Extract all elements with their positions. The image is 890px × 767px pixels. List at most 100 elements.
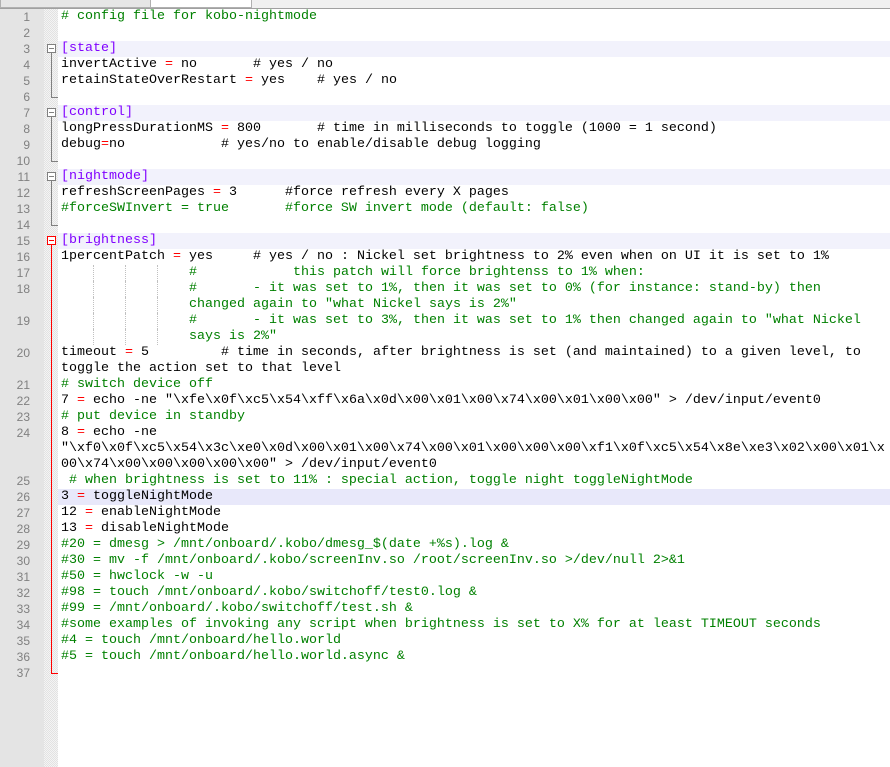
wrapped-text: says is 2%" — [189, 329, 277, 344]
line-number: 34 — [16, 618, 30, 632]
line-number: 18 — [16, 282, 30, 296]
assignment-operator: = — [77, 393, 85, 408]
fold-collapse-icon[interactable] — [47, 172, 56, 181]
code-line: 8 longPressDurationMS = 800 # time in mil… — [0, 121, 890, 137]
config-value: echo -ne — [85, 425, 157, 440]
fold-collapse-icon[interactable] — [47, 108, 56, 117]
config-key: 1percentPatch — [61, 249, 173, 264]
fold-line — [51, 329, 52, 345]
code-line: 37 — [0, 665, 890, 681]
config-key: 7 — [61, 393, 77, 408]
line-background — [58, 169, 890, 185]
code-line: 21 # switch device off — [0, 377, 890, 393]
line-text: retainStateOverRestart = yes # yes / no — [61, 73, 397, 89]
line-text: says is 2%" — [189, 329, 277, 345]
line-text: [state] — [61, 41, 117, 57]
config-value: 800 # time in milliseconds to toggle (10… — [228, 121, 717, 136]
config-key: 3 — [61, 489, 77, 504]
file-tab[interactable] — [0, 0, 152, 8]
line-number: 12 — [16, 186, 30, 200]
line-number: 37 — [16, 666, 30, 680]
section-header: [nightmode] — [61, 169, 149, 184]
code-line: 28 13 = disableNightMode — [0, 521, 890, 537]
fold-line — [51, 633, 52, 649]
line-number: 17 — [16, 266, 30, 280]
line-text: #20 = dmesg > /mnt/onboard/.kobo/dmesg_$… — [61, 537, 509, 553]
line-number: 2 — [23, 26, 30, 40]
code-line: 6 — [0, 89, 890, 105]
fold-line — [51, 313, 52, 329]
assignment-operator: = — [125, 345, 133, 360]
line-background — [58, 665, 890, 681]
comment-text: #4 = touch /mnt/onboard/hello.world — [61, 633, 341, 648]
code-line: 13 #forceSWInvert = true #force SW invert… — [0, 201, 890, 217]
fold-line — [51, 489, 52, 505]
code-line: 30 #30 = mv -f /mnt/onboard/.kobo/screenI… — [0, 553, 890, 569]
fold-line — [51, 425, 52, 441]
assignment-operator: = — [85, 505, 93, 520]
line-text: # config file for kobo-nightmode — [61, 9, 317, 25]
indent-guide — [125, 329, 126, 345]
line-background — [58, 89, 890, 105]
line-number: 23 — [16, 410, 30, 424]
config-key: debug — [61, 137, 101, 152]
fold-line — [51, 297, 52, 313]
config-key: retainStateOverRestart — [61, 73, 245, 88]
line-number: 26 — [16, 490, 30, 504]
comment-text: #99 = /mnt/onboard/.kobo/switchoff/test.… — [61, 601, 413, 616]
indent-guide — [125, 297, 126, 313]
line-background — [58, 105, 890, 121]
line-number: 25 — [16, 474, 30, 488]
line-text: timeout = 5 # time in seconds, after bri… — [61, 345, 861, 361]
line-number: 4 — [23, 58, 30, 72]
code-line-wrap: toggle the action set to that level — [0, 361, 890, 377]
assignment-operator: = — [101, 137, 109, 152]
line-number: 15 — [16, 234, 30, 248]
fold-line — [51, 185, 52, 201]
file-tab-active[interactable] — [150, 0, 252, 8]
code-line: 22 7 = echo -ne "\xfe\x0f\xc5\x54\xff\x6a… — [0, 393, 890, 409]
line-text: #30 = mv -f /mnt/onboard/.kobo/screenInv… — [61, 553, 685, 569]
fold-line — [51, 521, 52, 537]
indent-guide — [93, 297, 94, 313]
fold-line — [51, 265, 52, 281]
line-number: 27 — [16, 506, 30, 520]
code-line: 5 retainStateOverRestart = yes # yes / no — [0, 73, 890, 89]
fold-collapse-icon[interactable] — [47, 44, 56, 53]
config-value: echo -ne "\xfe\x0f\xc5\x54\xff\x6a\x0d\x… — [85, 393, 821, 408]
line-number: 9 — [23, 138, 30, 152]
code-line-wrap: changed again to "what Nickel says is 2%… — [0, 297, 890, 313]
code-line: 36 #5 = touch /mnt/onboard/hello.world.as… — [0, 649, 890, 665]
indent-guide — [157, 329, 158, 345]
line-text: #50 = hwclock -w -u — [61, 569, 213, 585]
editor-text-area[interactable]: 1 # config file for kobo-nightmode 2 3 [stat… — [0, 9, 890, 681]
fold-line — [51, 377, 52, 393]
line-text: [nightmode] — [61, 169, 149, 185]
indent-guide — [125, 281, 126, 297]
code-line: 32 #98 = touch /mnt/onboard/.kobo/switcho… — [0, 585, 890, 601]
indent-guide — [125, 265, 126, 281]
fold-end-marker — [51, 217, 58, 226]
fold-line — [51, 345, 52, 361]
config-value: toggleNightMode — [85, 489, 213, 504]
comment-text: #some examples of invoking any script wh… — [61, 617, 821, 632]
line-text: toggle the action set to that level — [61, 361, 341, 377]
config-value: no # yes/no to enable/disable debug logg… — [109, 137, 541, 152]
fold-line — [51, 505, 52, 521]
line-text: # when brightness is set to 11% : specia… — [61, 473, 693, 489]
line-text: # - it was set to 3%, then it was set to… — [189, 313, 861, 329]
comment-text: # switch device off — [61, 377, 213, 392]
fold-collapse-icon[interactable] — [47, 236, 56, 245]
fold-line — [51, 569, 52, 585]
code-line: 3 [state] — [0, 41, 890, 57]
config-key: longPressDurationMS — [61, 121, 221, 136]
assignment-operator: = — [212, 185, 221, 200]
line-number: 36 — [16, 650, 30, 664]
fold-line — [51, 409, 52, 425]
assignment-operator: = — [77, 489, 85, 504]
line-number: 16 — [16, 250, 30, 264]
config-key: 12 — [61, 505, 85, 520]
line-text: # - it was set to 1%, then it was set to… — [189, 281, 821, 297]
config-value: enableNightMode — [93, 505, 221, 520]
code-line: 27 12 = enableNightMode — [0, 505, 890, 521]
